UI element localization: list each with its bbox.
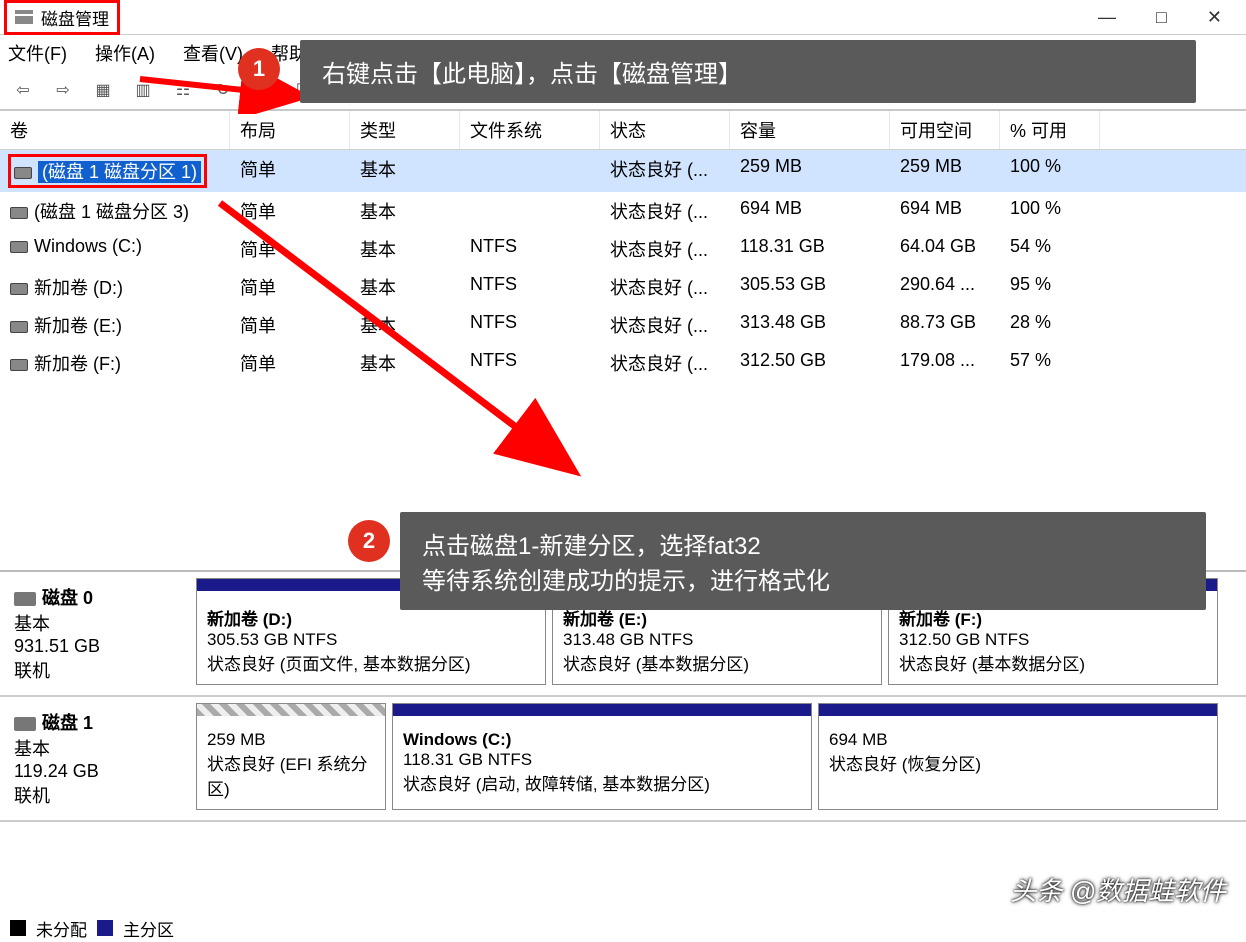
col-volume[interactable]: 卷 bbox=[0, 111, 230, 149]
annotation-step-2: 2 点击磁盘1-新建分区，选择fat32 等待系统创建成功的提示，进行格式化 bbox=[400, 512, 1206, 610]
table-row[interactable]: 新加卷 (D:)简单基本NTFS状态良好 (...305.53 GB290.64… bbox=[0, 268, 1246, 306]
panel1-icon[interactable]: ▦ bbox=[90, 77, 116, 103]
disk-info[interactable]: 磁盘 1 基本119.24 GB联机 bbox=[0, 697, 190, 820]
arrow-to-partition bbox=[210, 198, 590, 488]
step-2-number: 2 bbox=[348, 520, 390, 562]
forward-icon[interactable]: ⇨ bbox=[50, 77, 76, 103]
volume-table: 卷 布局 类型 文件系统 状态 容量 可用空间 % 可用 (磁盘 1 磁盘分区 … bbox=[0, 111, 1246, 382]
close-button[interactable]: ✕ bbox=[1207, 7, 1222, 28]
table-row[interactable]: 新加卷 (F:)简单基本NTFS状态良好 (...312.50 GB179.08… bbox=[0, 344, 1246, 382]
legend-primary: 主分区 bbox=[123, 916, 174, 941]
disk-partition[interactable]: 694 MB状态良好 (恢复分区) bbox=[818, 703, 1218, 810]
table-row[interactable]: (磁盘 1 磁盘分区 1)简单基本状态良好 (...259 MB259 MB10… bbox=[0, 150, 1246, 192]
disk-partition[interactable]: Windows (C:) 118.31 GB NTFS状态良好 (启动, 故障转… bbox=[392, 703, 812, 810]
legend-bar: 未分配 主分区 bbox=[0, 914, 1246, 942]
window-title: 磁盘管理 bbox=[41, 5, 109, 30]
table-header: 卷 布局 类型 文件系统 状态 容量 可用空间 % 可用 bbox=[0, 111, 1246, 150]
col-status[interactable]: 状态 bbox=[600, 111, 730, 149]
annotation-step-1: 1 右键点击【此电脑】，点击【磁盘管理】 bbox=[300, 40, 1196, 103]
window-controls: — □ ✕ bbox=[1098, 7, 1242, 28]
menu-action[interactable]: 操作(A) bbox=[95, 40, 155, 66]
col-layout[interactable]: 布局 bbox=[230, 111, 350, 149]
minimize-button[interactable]: — bbox=[1098, 7, 1116, 28]
title-bar: 磁盘管理 — □ ✕ bbox=[0, 0, 1246, 35]
menu-file[interactable]: 文件(F) bbox=[8, 40, 67, 66]
disk-partition[interactable]: 259 MB状态良好 (EFI 系统分区) bbox=[196, 703, 386, 810]
disk-row: 磁盘 1 基本119.24 GB联机 259 MB状态良好 (EFI 系统分区)… bbox=[0, 697, 1246, 822]
maximize-button[interactable]: □ bbox=[1156, 7, 1167, 28]
disk-mgmt-icon bbox=[15, 10, 33, 24]
col-type[interactable]: 类型 bbox=[350, 111, 460, 149]
step-2-line2: 等待系统创建成功的提示，进行格式化 bbox=[422, 561, 830, 596]
title-highlight: 磁盘管理 bbox=[4, 0, 120, 35]
disk-graphical-pane: 磁盘 0 基本931.51 GB联机 新加卷 (D:) 305.53 GB NT… bbox=[0, 570, 1246, 912]
legend-primary-icon bbox=[97, 920, 113, 936]
menu-view[interactable]: 查看(V) bbox=[183, 40, 243, 66]
disk-info[interactable]: 磁盘 0 基本931.51 GB联机 bbox=[0, 572, 190, 695]
step-1-number: 1 bbox=[238, 48, 280, 90]
back-icon[interactable]: ⇦ bbox=[10, 77, 36, 103]
table-row[interactable]: (磁盘 1 磁盘分区 3)简单基本状态良好 (...694 MB694 MB10… bbox=[0, 192, 1246, 230]
col-capacity[interactable]: 容量 bbox=[730, 111, 890, 149]
legend-unallocated-icon bbox=[10, 920, 26, 936]
table-row[interactable]: Windows (C:)简单基本NTFS状态良好 (...118.31 GB64… bbox=[0, 230, 1246, 268]
watermark: 头条 @数据蛙软件 bbox=[1010, 871, 1226, 908]
table-row[interactable]: 新加卷 (E:)简单基本NTFS状态良好 (...313.48 GB88.73 … bbox=[0, 306, 1246, 344]
table-body: (磁盘 1 磁盘分区 1)简单基本状态良好 (...259 MB259 MB10… bbox=[0, 150, 1246, 382]
col-filesystem[interactable]: 文件系统 bbox=[460, 111, 600, 149]
legend-unallocated: 未分配 bbox=[36, 916, 87, 941]
step-1-text: 右键点击【此电脑】，点击【磁盘管理】 bbox=[322, 54, 742, 89]
col-percent[interactable]: % 可用 bbox=[1000, 111, 1100, 149]
step-2-line1: 点击磁盘1-新建分区，选择fat32 bbox=[422, 526, 830, 561]
col-free[interactable]: 可用空间 bbox=[890, 111, 1000, 149]
